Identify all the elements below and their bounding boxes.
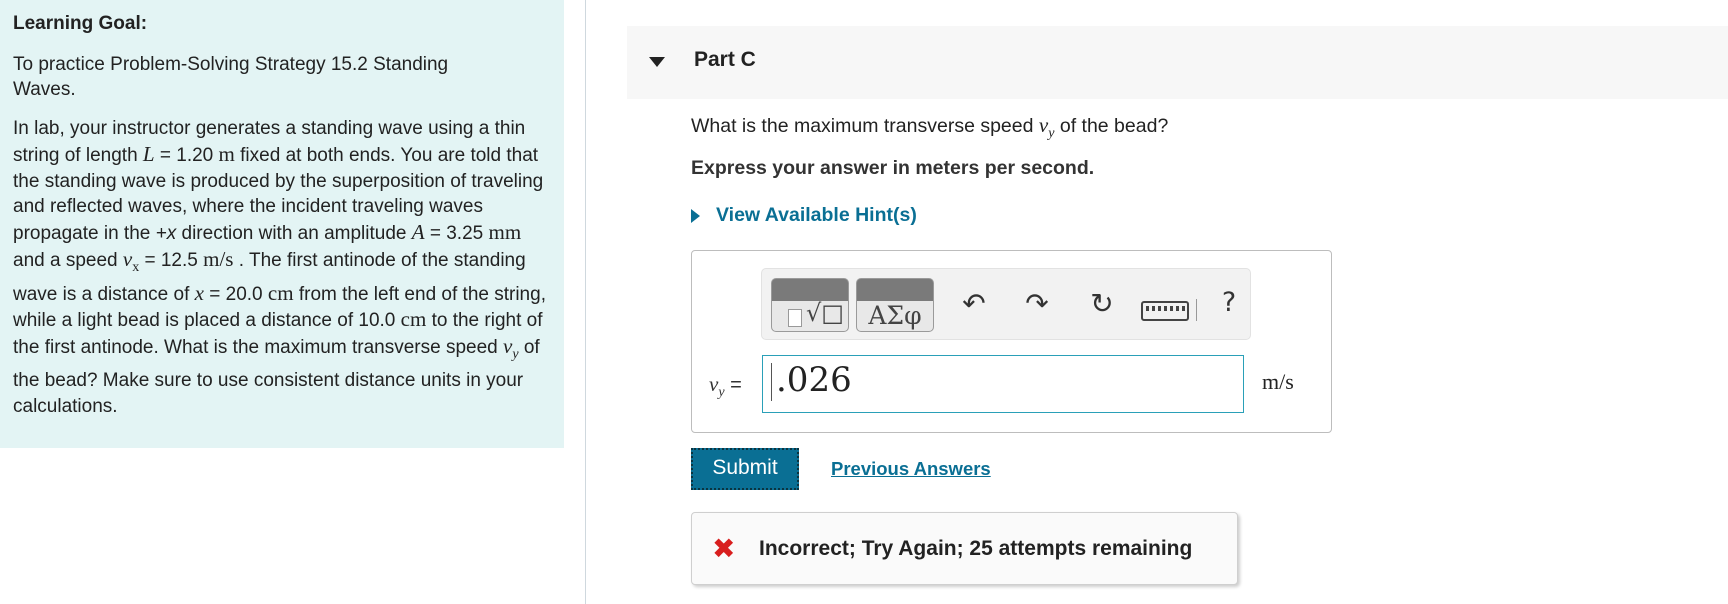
learning-goal-strategy: To practice Problem-Solving Strategy 15.… — [13, 54, 449, 100]
problem-text: and a speed — [13, 249, 123, 271]
template-placeholder-icon — [788, 309, 802, 327]
transverse-speed-variable: v — [503, 334, 513, 359]
speed-unit: m/s — [203, 246, 234, 271]
direction: +x — [155, 223, 177, 245]
submit-button[interactable]: Submit — [691, 448, 799, 490]
feedback-message: Incorrect; Try Again; 25 attempts remain… — [759, 537, 1193, 560]
toolbar-separator — [1196, 299, 1197, 321]
part-header[interactable]: Part C — [627, 26, 1728, 99]
part-title: Part C — [694, 48, 756, 71]
question-text-part: What is the maximum transverse speed — [691, 115, 1039, 137]
problem-statement: In lab, your instructor generates a stan… — [13, 116, 553, 419]
greek-label: ΑΣφ — [868, 301, 922, 330]
collapse-caret-icon[interactable] — [649, 57, 665, 67]
math-toolbar: √□ ΑΣφ ↶ ↷ ↻ ? — [761, 268, 1251, 340]
answer-box: √□ ΑΣφ ↶ ↷ ↻ ? vy = .026 m/s — [691, 250, 1332, 433]
amplitude-variable: A — [411, 220, 425, 245]
redo-icon[interactable]: ↷ — [1017, 287, 1057, 320]
view-hints-toggle[interactable]: View Available Hint(s) — [691, 204, 917, 227]
answer-unit: m/s — [1262, 369, 1294, 394]
question-variable: v — [1038, 113, 1049, 137]
help-icon[interactable]: ? — [1209, 287, 1249, 318]
answer-input[interactable]: .026 — [762, 355, 1244, 413]
bead-distance-unit: cm — [400, 307, 427, 332]
keyboard-icon[interactable] — [1141, 301, 1189, 321]
length-variable: L — [142, 141, 155, 166]
problem-text: = 12.5 — [139, 249, 204, 271]
answer-variable: v — [709, 372, 719, 396]
equals-sign: = — [724, 374, 742, 396]
learning-goal-panel: Learning Goal: To practice Problem-Solvi… — [0, 0, 564, 448]
answer-value: .026 — [776, 360, 852, 400]
previous-answers-link[interactable]: Previous Answers — [831, 458, 991, 480]
incorrect-x-icon: ✖ — [712, 532, 736, 565]
templates-button[interactable]: √□ — [771, 278, 849, 332]
question-text: What is the maximum transverse speed vy … — [691, 113, 1168, 142]
reset-icon[interactable]: ↻ — [1082, 287, 1122, 320]
problem-text: direction with an amplitude — [176, 223, 412, 245]
feedback-box: ✖ Incorrect; Try Again; 25 attempts rema… — [691, 512, 1238, 585]
learning-goal-title: Learning Goal: — [13, 13, 148, 34]
radical-icon: √□ — [806, 299, 844, 327]
problem-text: = 20.0 — [203, 283, 268, 305]
question-text-part: of the bead? — [1054, 115, 1169, 137]
undo-icon[interactable]: ↶ — [954, 287, 994, 320]
problem-text: = 1.20 — [154, 144, 219, 166]
answer-variable-label: vy = — [709, 372, 742, 401]
speed-variable: v — [122, 246, 133, 271]
view-hints-label[interactable]: View Available Hint(s) — [716, 204, 917, 227]
problem-text: = 3.25 — [424, 223, 489, 245]
length-unit: m — [218, 141, 235, 166]
distance-variable: x — [194, 280, 204, 305]
panel-divider — [585, 0, 586, 604]
caret-right-icon — [691, 208, 700, 223]
greek-symbols-button[interactable]: ΑΣφ — [856, 278, 934, 332]
answer-instruction: Express your answer in meters per second… — [691, 157, 1095, 179]
amplitude-unit: mm — [488, 220, 522, 245]
text-cursor — [771, 363, 772, 401]
distance-unit: cm — [267, 280, 294, 305]
